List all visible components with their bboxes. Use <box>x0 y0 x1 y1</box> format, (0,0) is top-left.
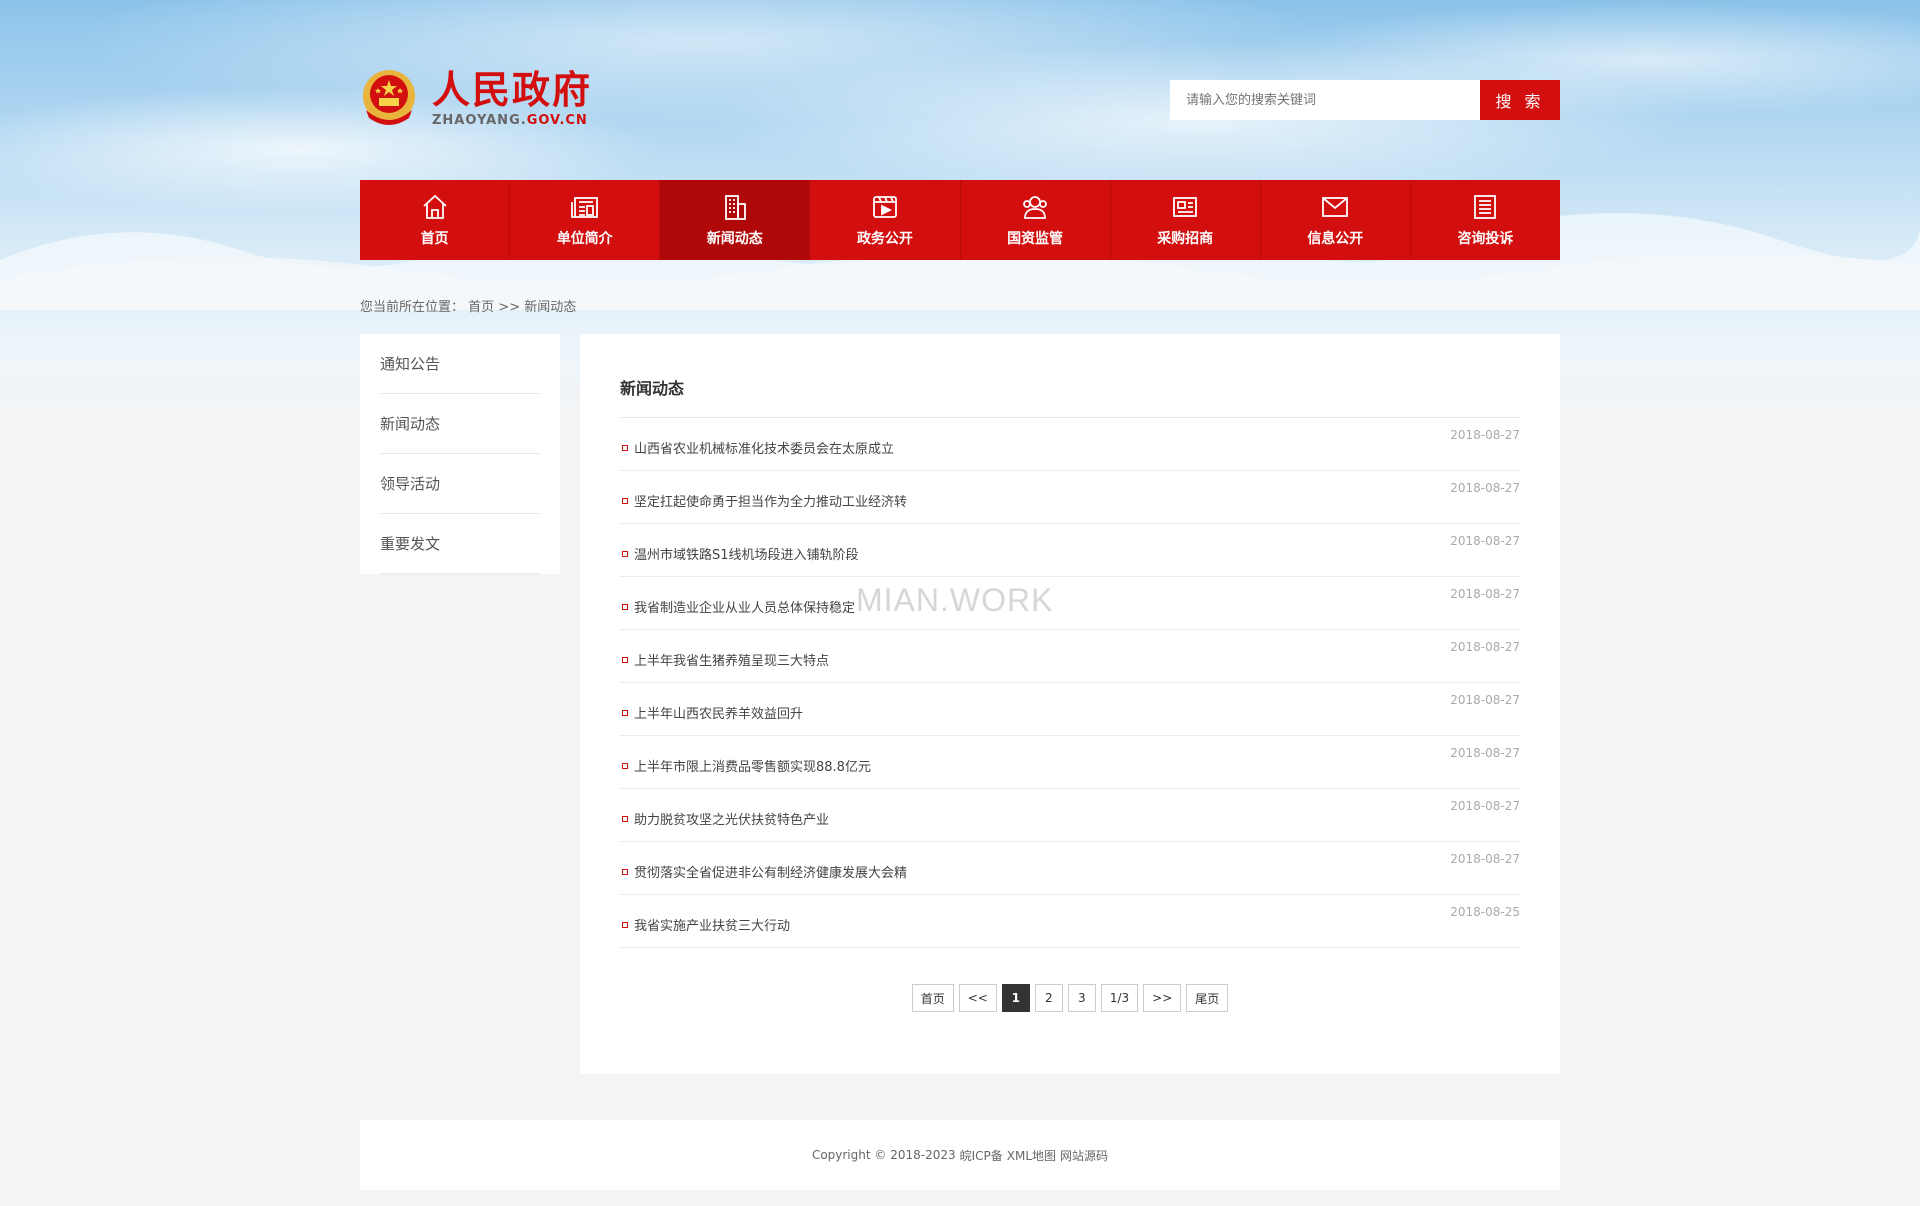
nav-item-government-affairs[interactable]: 政务公开 <box>810 180 961 260</box>
site-logo[interactable]: 人民政府 ZHAOYANG.GOV.CN <box>360 66 592 130</box>
search-box: 搜 索 <box>1170 80 1560 120</box>
article-title[interactable]: 助力脱贫攻坚之光伏扶贫特色产业 <box>634 809 829 828</box>
page-title: 新闻动态 <box>620 368 1520 418</box>
header: 人民政府 ZHAOYANG.GOV.CN 搜 索 <box>360 60 1560 140</box>
page-info: 1/3 <box>1100 984 1139 1012</box>
search-button[interactable]: 搜 索 <box>1480 80 1560 120</box>
footer: Copyright © 2018-2023 皖ICP备 XML地图 网站源码 <box>360 1120 1560 1190</box>
article-title[interactable]: 我省制造业企业从业人员总体保持稳定 <box>634 597 855 616</box>
bullet-icon <box>622 498 628 504</box>
breadcrumb: 您当前所在位置： 首页 >> 新闻动态 <box>360 296 1560 315</box>
last-page-button[interactable]: 尾页 <box>1186 984 1229 1012</box>
breadcrumb-separator: >> <box>498 300 521 315</box>
article-date: 2018-08-27 <box>1450 799 1520 813</box>
list-item[interactable]: 助力脱贫攻坚之光伏扶贫特色产业 2018-08-27 <box>620 789 1520 842</box>
national-emblem-icon <box>363 70 415 125</box>
nav-item-about[interactable]: 单位简介 <box>510 180 661 260</box>
list-item[interactable]: 山西省农业机械标准化技术委员会在太原成立 2018-08-27 <box>620 418 1520 471</box>
article-title[interactable]: 上半年市限上消费品零售额实现88.8亿元 <box>634 756 871 775</box>
bullet-icon <box>622 657 628 663</box>
icp-link[interactable]: 皖ICP备 <box>960 1147 1003 1164</box>
source-code-link[interactable]: 网站源码 <box>1060 1147 1108 1164</box>
article-date: 2018-08-27 <box>1450 640 1520 654</box>
sidebar-item-notices[interactable]: 通知公告 <box>380 334 540 394</box>
article-title[interactable]: 上半年山西农民养羊效益回升 <box>634 703 803 722</box>
list-item[interactable]: 坚定扛起使命勇于担当作为全力推动工业经济转 2018-08-27 <box>620 471 1520 524</box>
page-2-button[interactable]: 2 <box>1034 984 1063 1012</box>
list-item[interactable]: 温州市域铁路S1线机场段进入铺轨阶段 2018-08-27 <box>620 524 1520 577</box>
article-title[interactable]: 我省实施产业扶贫三大行动 <box>634 915 790 934</box>
article-date: 2018-08-25 <box>1450 905 1520 919</box>
pagination: 首页 << 1 2 3 1/3 >> 尾页 <box>580 984 1560 1012</box>
list-icon <box>1474 195 1497 219</box>
list-item[interactable]: 贯彻落实全省促进非公有制经济健康发展大会精 2018-08-27 <box>620 842 1520 895</box>
breadcrumb-current[interactable]: 新闻动态 <box>524 300 576 315</box>
list-item[interactable]: 上半年山西农民养羊效益回升 2018-08-27 <box>620 683 1520 736</box>
site-domain: ZHAOYANG.GOV.CN <box>432 112 588 128</box>
list-item[interactable]: 我省制造业企业从业人员总体保持稳定 2018-08-27 <box>620 577 1520 630</box>
sidebar-item-documents[interactable]: 重要发文 <box>380 514 540 574</box>
users-icon <box>1023 196 1047 219</box>
list-item[interactable]: 我省实施产业扶贫三大行动 2018-08-25 <box>620 895 1520 948</box>
bullet-icon <box>622 710 628 716</box>
copyright-text: Copyright © 2018-2023 <box>811 1148 956 1162</box>
list-item[interactable]: 上半年市限上消费品零售额实现88.8亿元 2018-08-27 <box>620 736 1520 789</box>
article-date: 2018-08-27 <box>1450 587 1520 601</box>
bullet-icon <box>622 922 628 928</box>
bullet-icon <box>622 816 628 822</box>
bullet-icon <box>622 551 628 557</box>
nav-item-home[interactable]: 首页 <box>360 180 511 260</box>
bullet-icon <box>622 763 628 769</box>
search-input[interactable] <box>1170 80 1480 120</box>
video-icon <box>873 196 897 218</box>
article-title[interactable]: 温州市域铁路S1线机场段进入铺轨阶段 <box>634 544 859 563</box>
first-page-button[interactable]: 首页 <box>911 984 954 1012</box>
sidebar-item-leadership[interactable]: 领导活动 <box>380 454 540 514</box>
bullet-icon <box>622 445 628 451</box>
main-content: 新闻动态 山西省农业机械标准化技术委员会在太原成立 2018-08-27 坚定扛起… <box>580 334 1560 1074</box>
article-title[interactable]: 贯彻落实全省促进非公有制经济健康发展大会精 <box>634 862 907 881</box>
article-date: 2018-08-27 <box>1450 534 1520 548</box>
next-page-button[interactable]: >> <box>1143 984 1182 1012</box>
article-date: 2018-08-27 <box>1450 746 1520 760</box>
main-nav: 首页 单位简介 新闻动态 政务公开 国资监管 采购招商 信息公开 咨询投诉 <box>360 180 1560 260</box>
news-icon <box>570 197 598 218</box>
nav-item-complaints[interactable]: 咨询投诉 <box>1411 180 1560 260</box>
bullet-icon <box>622 604 628 610</box>
article-date: 2018-08-27 <box>1450 481 1520 495</box>
watermark: MIAN.WORK <box>856 582 1054 618</box>
site-title: 人民政府 <box>432 67 593 112</box>
breadcrumb-prefix: 您当前所在位置： <box>360 300 465 315</box>
prev-page-button[interactable]: << <box>958 984 997 1012</box>
sidebar: 通知公告 新闻动态 领导活动 重要发文 <box>360 334 560 574</box>
bullet-icon <box>622 869 628 875</box>
list-item[interactable]: 上半年我省生猪养殖呈现三大特点 2018-08-27 <box>620 630 1520 683</box>
building-icon <box>724 195 746 220</box>
sidebar-item-news[interactable]: 新闻动态 <box>380 394 540 454</box>
nav-item-procurement[interactable]: 采购招商 <box>1111 180 1261 260</box>
page-1-button[interactable]: 1 <box>1001 984 1030 1012</box>
article-title[interactable]: 山西省农业机械标准化技术委员会在太原成立 <box>634 438 894 457</box>
nav-item-info-disclosure[interactable]: 信息公开 <box>1261 180 1411 260</box>
article-title[interactable]: 坚定扛起使命勇于担当作为全力推动工业经济转 <box>634 491 907 510</box>
nav-item-news[interactable]: 新闻动态 <box>660 180 811 260</box>
article-list: 山西省农业机械标准化技术委员会在太原成立 2018-08-27 坚定扛起使命勇于担… <box>620 418 1520 948</box>
nav-item-state-assets[interactable]: 国资监管 <box>961 180 1111 260</box>
breadcrumb-home-link[interactable]: 首页 <box>468 300 494 315</box>
article-date: 2018-08-27 <box>1450 852 1520 866</box>
card-icon <box>1173 197 1198 217</box>
xml-sitemap-link[interactable]: XML地图 <box>1007 1147 1056 1164</box>
article-date: 2018-08-27 <box>1450 428 1520 442</box>
article-title[interactable]: 上半年我省生猪养殖呈现三大特点 <box>634 650 829 669</box>
home-icon <box>422 194 447 219</box>
page-3-button[interactable]: 3 <box>1067 984 1096 1012</box>
mail-icon <box>1322 197 1349 217</box>
article-date: 2018-08-27 <box>1450 693 1520 707</box>
